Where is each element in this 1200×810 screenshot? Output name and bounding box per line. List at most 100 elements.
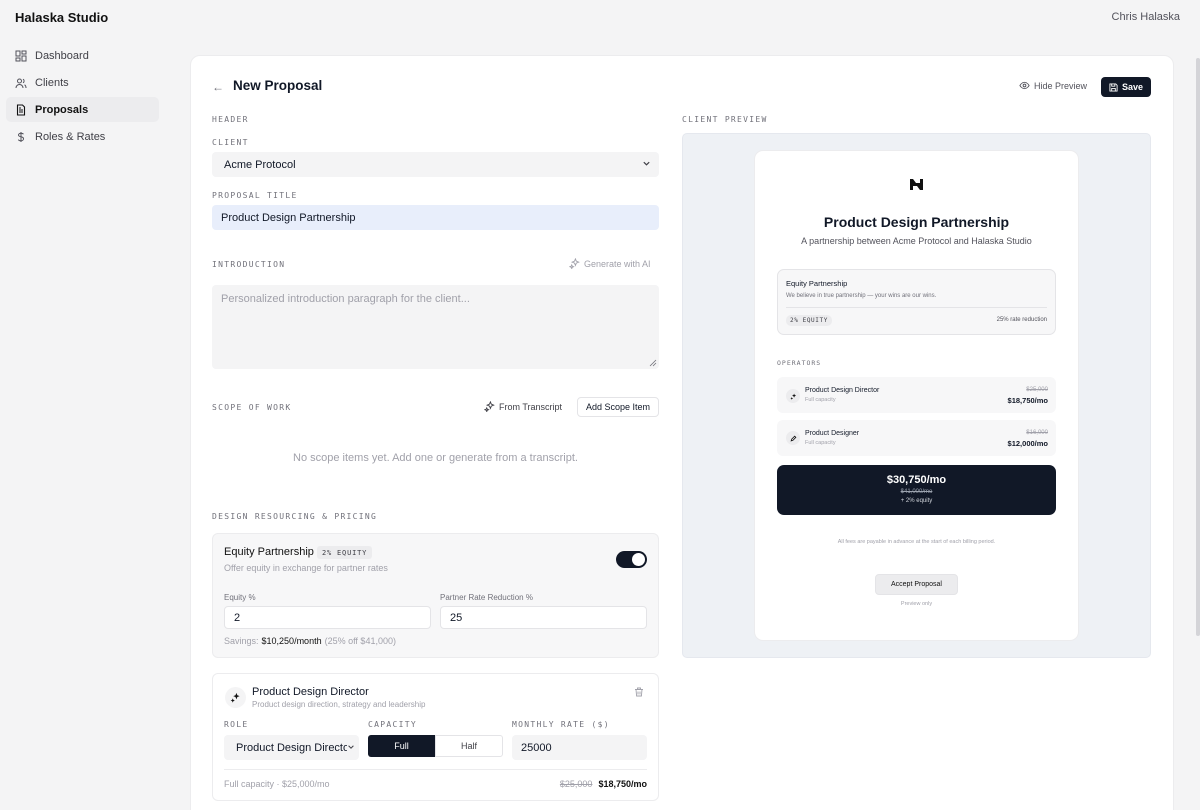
- preview-operators-label: OPERATORS: [777, 359, 822, 367]
- rate-reduction-label: Partner Rate Reduction %: [440, 593, 533, 602]
- sparkles-icon: [789, 393, 796, 400]
- introduction-textarea[interactable]: Personalized introduction paragraph for …: [212, 285, 659, 369]
- preview-equity-rate: 25% rate reduction: [996, 317, 1047, 323]
- preview-total-card: $30,750/mo $41,000/mo + 2% equity: [777, 465, 1056, 515]
- preview-operator-new-price: $18,750/mo: [1007, 396, 1048, 405]
- client-select-value: Acme Protocol: [224, 158, 296, 171]
- preview-operator-old-price: $25,000: [1026, 387, 1048, 393]
- divider: [786, 307, 1047, 308]
- capacity-label: CAPACITY: [368, 720, 417, 729]
- user-name[interactable]: Chris Halaska: [1112, 11, 1180, 23]
- chevron-down-icon: [347, 743, 355, 751]
- scope-empty-state: No scope items yet. Add one or generate …: [293, 452, 578, 464]
- client-label: CLIENT: [212, 138, 249, 147]
- role-price-old: $25,000: [559, 779, 593, 789]
- add-scope-item-button[interactable]: Add Scope Item: [577, 397, 659, 417]
- preview-operator-avatar: [786, 389, 800, 403]
- accept-proposal-button[interactable]: Accept Proposal: [875, 574, 958, 595]
- sidebar-item-roles-rates[interactable]: Roles & Rates: [6, 124, 159, 149]
- page-title: New Proposal: [233, 78, 323, 93]
- brand-name: Halaska Studio: [15, 10, 109, 25]
- preview-equity-title: Equity Partnership: [786, 279, 848, 288]
- divider: [224, 769, 647, 770]
- role-title: Product Design Director: [252, 686, 369, 698]
- pen-icon: [790, 435, 796, 441]
- preview-payment-note: All fees are payable in advance at the s…: [837, 539, 996, 545]
- preview-subtitle: A partnership between Acme Protocol and …: [801, 236, 1032, 246]
- preview-operator-capacity: Full capacity: [805, 397, 836, 403]
- hide-preview-label: Hide Preview: [1034, 80, 1088, 91]
- preview-equity-badge: 2% EQUITY: [786, 315, 832, 326]
- preview-total-amount: $30,750/mo: [886, 474, 947, 486]
- sidebar-item-clients[interactable]: Clients: [6, 70, 159, 95]
- equity-percent-input[interactable]: 2: [224, 606, 431, 629]
- dollar-icon: [17, 131, 25, 142]
- sidebar-item-label: Proposals: [35, 103, 89, 116]
- save-icon: [1109, 82, 1118, 92]
- monthly-rate-input[interactable]: 25000: [512, 735, 647, 760]
- sidebar-item-proposals[interactable]: Proposals: [6, 97, 159, 122]
- trash-icon[interactable]: [634, 687, 644, 697]
- preview-operator-name: Product Designer: [805, 430, 860, 437]
- from-transcript-button[interactable]: From Transcript: [484, 401, 562, 412]
- role-label: ROLE: [224, 720, 249, 729]
- equity-title: Equity Partnership: [224, 546, 314, 558]
- equity-toggle[interactable]: [616, 551, 647, 568]
- users-icon: [15, 78, 27, 88]
- generate-ai-label: Generate with AI: [584, 258, 651, 269]
- pricing-section-label: DESIGN RESOURCING & PRICING: [212, 512, 378, 521]
- proposal-title-input[interactable]: Product Design Partnership: [212, 205, 659, 230]
- sidebar: Dashboard Clients Proposals Roles & Rate…: [6, 43, 159, 151]
- monthly-rate-label: MONTHLY RATE ($): [512, 720, 610, 729]
- client-select[interactable]: Acme Protocol: [212, 152, 659, 177]
- resize-grip-icon[interactable]: [649, 359, 657, 367]
- sparkles-icon: [230, 692, 240, 703]
- scope-of-work-label: SCOPE OF WORK: [212, 403, 292, 412]
- sparkles-icon: [569, 258, 580, 269]
- preview-title: Product Design Partnership: [823, 214, 1010, 230]
- document-icon: [16, 103, 26, 116]
- role-capacity-summary: Full capacity · $25,000/mo: [224, 779, 330, 789]
- role-subtitle: Product design direction, strategy and l…: [252, 700, 426, 709]
- chevron-down-icon: [643, 161, 650, 166]
- sidebar-item-label: Roles & Rates: [35, 130, 106, 143]
- toggle-knob: [632, 553, 645, 566]
- savings-detail: (25% off $41,000): [324, 636, 396, 646]
- savings-value: $10,250/month: [261, 636, 322, 646]
- rate-reduction-input[interactable]: 25: [440, 606, 647, 629]
- from-transcript-label: From Transcript: [499, 401, 563, 412]
- role-select[interactable]: Product Design Director: [224, 735, 359, 760]
- introduction-placeholder: Personalized introduction paragraph for …: [221, 293, 470, 305]
- capacity-full-option[interactable]: Full: [368, 735, 435, 757]
- equity-subtitle: Offer equity in exchange for partner rat…: [224, 563, 388, 573]
- page-scrollbar[interactable]: [1196, 58, 1200, 636]
- preview-operator-avatar: [786, 431, 800, 445]
- equity-percent-label: Equity %: [224, 593, 256, 602]
- capacity-half-option[interactable]: Half: [435, 735, 503, 757]
- preview-equity-subtitle: We believe in true partnership — your wi…: [786, 293, 937, 299]
- save-button[interactable]: Save: [1101, 77, 1151, 97]
- role-avatar: [225, 687, 246, 708]
- hide-preview-button[interactable]: Hide Preview: [1019, 80, 1087, 91]
- grid-icon: [15, 50, 27, 61]
- savings-label: Savings:: [224, 636, 259, 646]
- section-header-label: HEADER: [212, 115, 249, 124]
- studio-logo-icon: [910, 179, 923, 190]
- generate-ai-button[interactable]: Generate with AI: [569, 258, 651, 269]
- preview-operator-new-price: $12,000/mo: [1007, 439, 1048, 448]
- preview-total-equity: + 2% equity: [900, 498, 933, 504]
- proposal-title-label: PROPOSAL TITLE: [212, 191, 298, 200]
- role-price: $25,000 $18,750/mo: [560, 779, 647, 789]
- preview-operator-old-price: $16,000: [1026, 430, 1048, 436]
- preview-operator-row: [777, 377, 1056, 413]
- role-select-value: Product Design Director: [236, 741, 353, 754]
- introduction-label: INTRODUCTION: [212, 260, 286, 269]
- back-arrow-icon[interactable]: ←: [212, 80, 224, 94]
- save-label: Save: [1121, 82, 1144, 92]
- client-preview-label: CLIENT PREVIEW: [682, 115, 768, 124]
- sidebar-item-dashboard[interactable]: Dashboard: [6, 43, 159, 68]
- eye-icon: [1019, 81, 1030, 90]
- preview-only-note: Preview only: [900, 601, 933, 607]
- preview-operator-capacity: Full capacity: [805, 440, 836, 446]
- sidebar-item-label: Clients: [35, 76, 69, 89]
